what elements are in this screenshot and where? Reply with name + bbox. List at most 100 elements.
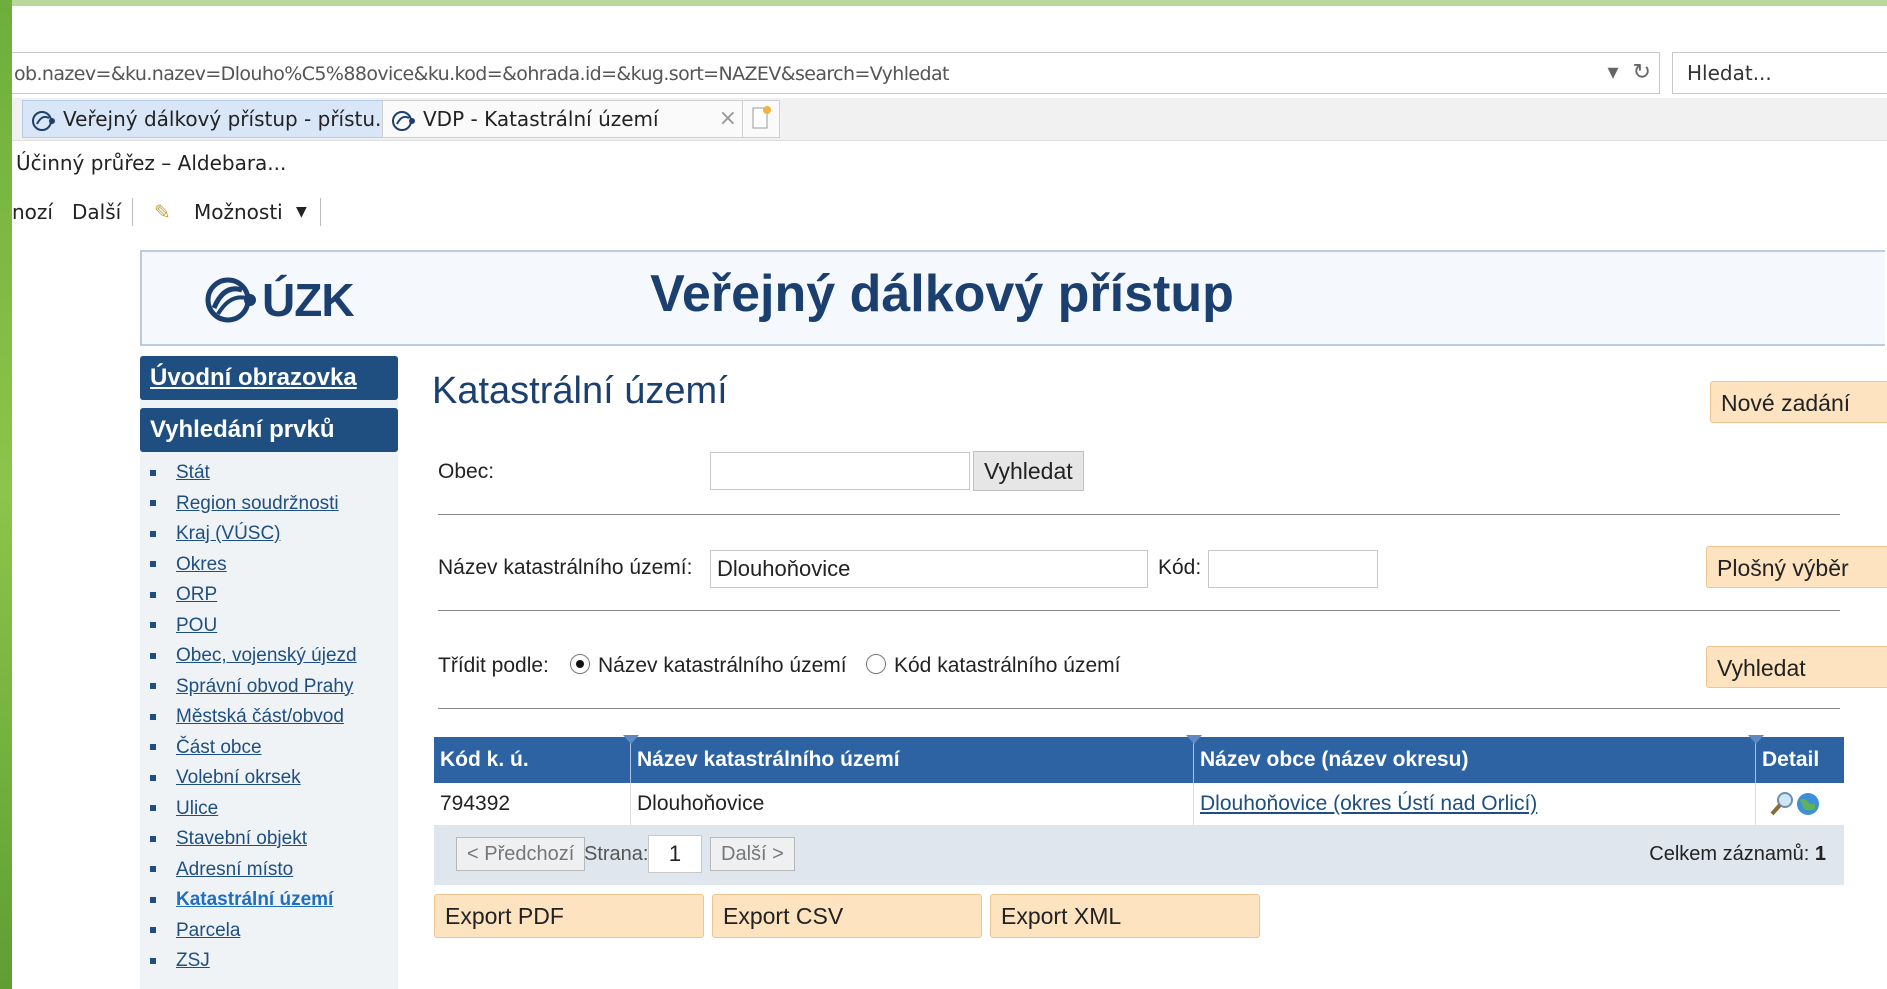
table-header: Kód k. ú. Název katastrálního území Náze… <box>434 735 1844 783</box>
list-item: POU <box>150 611 357 642</box>
page-frame: ÚZK Veřejný dálkový přístup Úvodní obraz… <box>140 250 1887 989</box>
prev-page-button[interactable]: < Předchozí <box>456 837 586 871</box>
list-item: ORP <box>150 580 357 611</box>
search-button[interactable]: Vyhledat <box>1706 646 1887 688</box>
nav-link-orp[interactable]: ORP <box>176 584 217 605</box>
nav-link-volebni-okrsek[interactable]: Volební okrsek <box>176 767 301 788</box>
command-bar: nozí Další ✎ Možnosti ▼ <box>12 192 1887 232</box>
section-heading: Katastrální území <box>432 370 728 412</box>
page-number-input[interactable]: 1 <box>648 835 702 873</box>
sort-by-name-label[interactable]: Název katastrálního území <box>598 654 847 678</box>
page-header: ÚZK Veřejný dálkový přístup <box>140 250 1885 346</box>
list-item: Volební okrsek <box>150 763 357 794</box>
close-icon[interactable]: × <box>719 101 737 137</box>
pagination-bar: < Předchozí Strana: 1 Další > Celkem záz… <box>434 825 1844 885</box>
nav-link-okres[interactable]: Okres <box>176 554 227 575</box>
column-header-municipality[interactable]: Název obce (název okresu) <box>1194 737 1756 783</box>
tab-label: VDP - Katastrální území <box>423 107 659 131</box>
home-link[interactable]: Úvodní obrazovka <box>140 356 398 400</box>
nav-link-obec[interactable]: Obec, vojenský újezd <box>176 645 357 666</box>
back-button[interactable]: nozí <box>12 192 53 232</box>
options-button[interactable]: Možnosti <box>194 192 283 232</box>
tab-vdp-cadastral[interactable]: VDP - Katastrální území × <box>382 100 748 138</box>
list-item: Adresní místo <box>150 855 357 886</box>
table-row: 794392 Dlouhoňovice Dlouhoňovice (okres … <box>434 783 1844 826</box>
url-text: ob.nazev=&ku.nazev=Dlouho%C5%88ovice&ku.… <box>14 63 949 85</box>
address-bar[interactable]: ob.nazev=&ku.nazev=Dlouho%C5%88ovice&ku.… <box>12 52 1660 94</box>
element-list: Stát Region soudržnosti Kraj (VÚSC) Okre… <box>150 458 357 977</box>
tab-label: Veřejný dálkový přístup - přístu... <box>63 107 392 131</box>
list-item: Městská část/obvod <box>150 702 357 733</box>
address-row: ob.nazev=&ku.nazev=Dlouho%C5%88ovice&ku.… <box>12 48 1887 96</box>
nav-link-mestska-cast[interactable]: Městská část/obvod <box>176 706 344 727</box>
export-csv-button[interactable]: Export CSV <box>712 894 982 938</box>
nav-link-spravni-obvod[interactable]: Správní obvod Prahy <box>176 676 353 697</box>
tab-vdp-access[interactable]: Veřejný dálkový přístup - přístu... <box>22 100 392 138</box>
cuzk-favicon-icon <box>32 110 55 131</box>
globe-icon[interactable] <box>1794 790 1822 818</box>
search-elements-heading: Vyhledání prvků <box>140 408 398 452</box>
column-header-code[interactable]: Kód k. ú. <box>434 737 631 783</box>
nav-link-zsj[interactable]: ZSJ <box>176 950 210 971</box>
nav-link-adresni-misto[interactable]: Adresní místo <box>176 859 293 880</box>
favorites-bar-item[interactable]: Účinný průřez – Aldebara... <box>12 145 286 181</box>
nav-link-cast-obce[interactable]: Část obce <box>176 737 262 758</box>
export-pdf-button[interactable]: Export PDF <box>434 894 704 938</box>
obec-input[interactable] <box>710 452 970 490</box>
cell-detail <box>1756 783 1844 825</box>
nav-link-kraj[interactable]: Kraj (VÚSC) <box>176 523 281 544</box>
nav-link-parcela[interactable]: Parcela <box>176 920 240 941</box>
nav-link-stavebni-objekt[interactable]: Stavební objekt <box>176 828 307 849</box>
list-item: Ulice <box>150 794 357 825</box>
separator <box>132 198 133 226</box>
refresh-icon[interactable]: ▾ ↻ <box>1608 53 1651 93</box>
column-header-detail: Detail <box>1762 748 1820 771</box>
total-records: Celkem záznamů: 1 <box>1649 843 1826 866</box>
new-query-button[interactable]: Nové zadání <box>1710 381 1887 423</box>
divider <box>438 514 1840 515</box>
next-page-button[interactable]: Další > <box>710 837 795 871</box>
nav-link-region[interactable]: Region soudržnosti <box>176 493 339 514</box>
divider <box>438 708 1840 709</box>
obec-search-button[interactable]: Vyhledat <box>973 451 1084 491</box>
nav-link-stat[interactable]: Stát <box>176 462 210 483</box>
chevron-down-icon[interactable]: ▼ <box>296 192 307 232</box>
list-item: Okres <box>150 550 357 581</box>
cell-code: 794392 <box>434 783 631 825</box>
list-item: ZSJ <box>150 946 357 977</box>
sort-by-name-radio[interactable] <box>570 654 590 674</box>
sort-by-code-radio[interactable] <box>866 654 886 674</box>
forward-button[interactable]: Další <box>72 192 121 232</box>
municipality-link[interactable]: Dlouhoňovice (okres Ústí nad Orlicí) <box>1200 792 1537 815</box>
nav-link-pou[interactable]: POU <box>176 615 217 636</box>
sidebar: Úvodní obrazovka Vyhledání prvků Stát Re… <box>140 356 398 989</box>
new-tab-icon[interactable] <box>742 100 780 138</box>
list-item: Region soudržnosti <box>150 489 357 520</box>
sort-by-code-label[interactable]: Kód katastrálního území <box>894 654 1120 678</box>
list-item: Katastrální území <box>150 885 357 916</box>
export-xml-button[interactable]: Export XML <box>990 894 1260 938</box>
kod-input[interactable] <box>1208 550 1378 588</box>
nav-link-katastralni-uzemi[interactable]: Katastrální území <box>176 889 333 910</box>
ku-name-input[interactable]: Dlouhoňovice <box>710 550 1148 588</box>
sort-indicator-icon <box>1186 735 1202 744</box>
column-header-name[interactable]: Název katastrálního území <box>631 737 1194 783</box>
page-title: Veřejný dálkový přístup <box>650 265 1234 323</box>
cell-municipality: Dlouhoňovice (okres Ústí nad Orlicí) <box>1194 783 1756 825</box>
sort-indicator-icon <box>623 735 639 744</box>
sort-label: Třídit podle: <box>438 654 549 677</box>
browser-search-input[interactable]: Hledat... <box>1672 52 1887 94</box>
sort-indicator-icon <box>1748 735 1764 744</box>
list-item: Stát <box>150 458 357 489</box>
area-select-button[interactable]: Plošný výběr <box>1706 546 1887 588</box>
ku-name-label: Název katastrálního území: <box>438 556 693 579</box>
desktop-edge <box>0 0 12 989</box>
cuzk-favicon-icon <box>392 110 415 131</box>
nav-link-ulice[interactable]: Ulice <box>176 798 218 819</box>
cell-name: Dlouhoňovice <box>631 783 1194 825</box>
total-count: 1 <box>1814 843 1826 865</box>
list-item: Část obce <box>150 733 357 764</box>
window-top-strip <box>0 0 1887 6</box>
obec-label: Obec: <box>438 460 495 483</box>
pencil-icon[interactable]: ✎ <box>154 192 171 232</box>
